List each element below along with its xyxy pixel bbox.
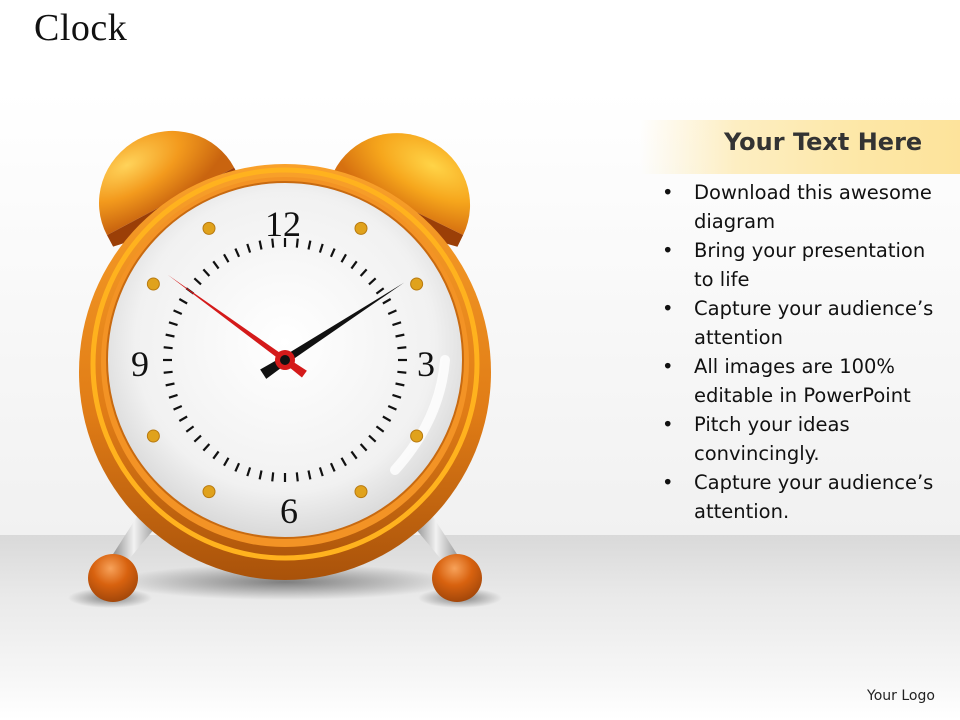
minute-tick <box>163 370 173 374</box>
bullet-icon: • <box>662 239 674 262</box>
logo-placeholder: Your Logo <box>867 688 935 704</box>
hour-marker-dot <box>202 485 216 499</box>
hour-marker-dot <box>354 221 368 235</box>
bullet-item: • All images are 100% editable in PowerPo… <box>660 352 950 410</box>
bullet-icon: • <box>662 471 674 494</box>
bullet-list: • Download this awesome diagram • Bring yo… <box>660 178 950 526</box>
bullet-icon: • <box>662 355 674 378</box>
numeral-9: 9 <box>131 344 149 384</box>
hour-marker-dot <box>410 429 424 443</box>
hour-marker-dot <box>410 277 424 291</box>
alarm-clock-illustration: 12 3 6 9 <box>68 130 502 608</box>
bullet-item: • Bring your presentation to life <box>660 236 950 294</box>
bullet-item: • Pitch your ideas convincingly. <box>660 410 950 468</box>
foot-left <box>88 554 138 602</box>
numeral-12: 12 <box>265 204 301 244</box>
hour-marker-dot <box>354 485 368 499</box>
minute-tick <box>295 472 299 482</box>
minute-tick <box>397 346 407 350</box>
foot-right <box>432 554 482 602</box>
bullet-icon: • <box>662 413 674 436</box>
bullet-icon: • <box>662 181 674 204</box>
hour-marker-dot <box>146 277 160 291</box>
bullet-icon: • <box>662 297 674 320</box>
bullet-item: • Capture your audience’s attention. <box>660 468 950 526</box>
hour-marker-dot <box>146 429 160 443</box>
minute-tick <box>397 370 407 374</box>
minute-tick <box>271 472 275 482</box>
hour-marker-dot <box>202 221 216 235</box>
bullet-item: • Download this awesome diagram <box>660 178 950 236</box>
panel-header: Your Text Here <box>724 128 923 156</box>
numeral-6: 6 <box>280 491 298 531</box>
numeral-3: 3 <box>417 344 435 384</box>
bullet-item: • Capture your audience’s attention <box>660 294 950 352</box>
center-pin <box>280 355 290 365</box>
minute-tick <box>163 346 173 350</box>
